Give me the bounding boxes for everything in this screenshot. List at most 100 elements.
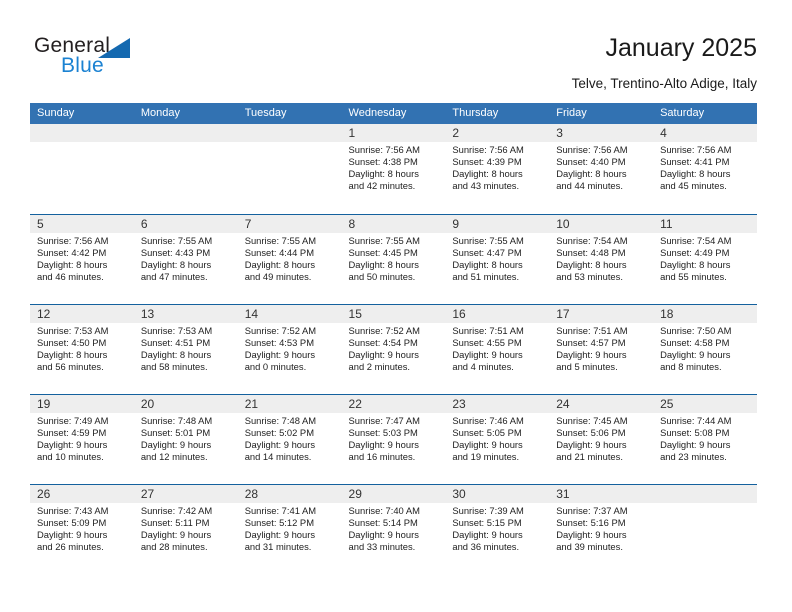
sunset-line: Sunset: 5:14 PM bbox=[348, 516, 418, 528]
sun-info: Sunrise: 7:56 AM Sunset: 4:42 PM Daylight:… bbox=[30, 233, 134, 283]
day-number: 5 bbox=[37, 217, 44, 231]
sunset-line: Sunset: 4:57 PM bbox=[556, 336, 626, 348]
calendar-day-cell[interactable]: 3 Sunrise: 7:56 AM Sunset: 4:40 PM Daylight… bbox=[549, 124, 654, 214]
calendar-day-cell[interactable]: 5 Sunrise: 7:56 AM Sunset: 4:42 PM Daylight… bbox=[30, 215, 134, 304]
day-number-band: 22 bbox=[341, 395, 446, 413]
sun-info: Sunrise: 7:50 AM Sunset: 4:58 PM Daylight:… bbox=[653, 323, 757, 373]
sun-info: Sunrise: 7:53 AM Sunset: 4:51 PM Daylight:… bbox=[134, 323, 238, 373]
daylight-line-cont: and 0 minutes. bbox=[244, 360, 307, 372]
sunrise-line: Sunrise: 7:54 AM bbox=[556, 235, 628, 246]
day-number: 17 bbox=[556, 307, 570, 321]
calendar-day-cell[interactable]: 6 Sunrise: 7:55 AM Sunset: 4:43 PM Daylight… bbox=[133, 215, 238, 304]
sunrise-line: Sunrise: 7:55 AM bbox=[140, 235, 213, 246]
calendar-day-cell[interactable]: 20 Sunrise: 7:48 AM Sunset: 5:01 PM Dayligh… bbox=[133, 395, 238, 484]
calendar-day-cell[interactable]: 23 Sunrise: 7:46 AM Sunset: 5:05 PM Dayligh… bbox=[445, 395, 550, 484]
calendar-day-cell[interactable]: 16 Sunrise: 7:51 AM Sunset: 4:55 PM Dayligh… bbox=[445, 305, 550, 394]
calendar-day-cell[interactable]: 1 Sunrise: 7:56 AM Sunset: 4:38 PM Daylight… bbox=[341, 124, 446, 214]
sunrise-line: Sunrise: 7:55 AM bbox=[244, 235, 317, 246]
calendar-day-cell[interactable]: 11 Sunrise: 7:54 AM Sunset: 4:49 PM Dayligh… bbox=[653, 215, 757, 304]
daylight-line-cont: and 44 minutes. bbox=[556, 179, 623, 191]
sunrise-line: Sunrise: 7:52 AM bbox=[348, 325, 420, 336]
calendar-day-cell[interactable]: 22 Sunrise: 7:47 AM Sunset: 5:03 PM Dayligh… bbox=[341, 395, 446, 484]
calendar-empty-cell bbox=[237, 124, 342, 214]
sunrise-line: Sunrise: 7:53 AM bbox=[37, 325, 109, 336]
daylight-line: Daylight: 8 hours bbox=[660, 258, 731, 270]
day-number-band bbox=[653, 485, 757, 503]
day-number-band: 2 bbox=[445, 124, 550, 142]
sun-info: Sunrise: 7:56 AM Sunset: 4:38 PM Daylight:… bbox=[342, 142, 446, 192]
calendar-empty-cell bbox=[133, 124, 238, 214]
calendar-day-cell[interactable]: 7 Sunrise: 7:55 AM Sunset: 4:44 PM Daylight… bbox=[237, 215, 342, 304]
calendar-day-cell[interactable]: 31 Sunrise: 7:37 AM Sunset: 5:16 PM Dayligh… bbox=[549, 485, 654, 574]
day-number: 14 bbox=[244, 307, 259, 321]
sunset-line: Sunset: 4:40 PM bbox=[556, 155, 626, 167]
sun-info: Sunrise: 7:42 AM Sunset: 5:11 PM Daylight:… bbox=[134, 503, 238, 553]
daylight-line: Daylight: 8 hours bbox=[556, 167, 627, 179]
day-number: 16 bbox=[452, 307, 466, 321]
sun-info: Sunrise: 7:39 AM Sunset: 5:15 PM Daylight:… bbox=[445, 503, 549, 553]
sunrise-line: Sunrise: 7:55 AM bbox=[348, 235, 420, 246]
sunset-line: Sunset: 5:06 PM bbox=[556, 426, 626, 438]
calendar-day-cell[interactable]: 15 Sunrise: 7:52 AM Sunset: 4:54 PM Dayligh… bbox=[341, 305, 446, 394]
day-number-band bbox=[133, 124, 238, 142]
location-subtitle: Telve, Trentino-Alto Adige, Italy bbox=[571, 76, 757, 91]
sunrise-line: Sunrise: 7:39 AM bbox=[452, 505, 524, 516]
weekday-header-friday: Friday bbox=[556, 107, 587, 119]
calendar-day-cell[interactable]: 25 Sunrise: 7:44 AM Sunset: 5:08 PM Dayligh… bbox=[653, 395, 757, 484]
calendar-day-cell[interactable]: 8 Sunrise: 7:55 AM Sunset: 4:45 PM Daylight… bbox=[341, 215, 446, 304]
calendar-day-cell[interactable]: 27 Sunrise: 7:42 AM Sunset: 5:11 PM Dayligh… bbox=[133, 485, 238, 574]
day-number-band: 7 bbox=[237, 215, 342, 233]
calendar-day-cell[interactable]: 14 Sunrise: 7:52 AM Sunset: 4:53 PM Dayligh… bbox=[237, 305, 342, 394]
calendar-day-cell[interactable]: 2 Sunrise: 7:56 AM Sunset: 4:39 PM Daylight… bbox=[445, 124, 550, 214]
day-number-band: 16 bbox=[445, 305, 550, 323]
calendar-day-cell[interactable]: 9 Sunrise: 7:55 AM Sunset: 4:47 PM Daylight… bbox=[445, 215, 550, 304]
calendar-day-cell[interactable]: 29 Sunrise: 7:40 AM Sunset: 5:14 PM Dayligh… bbox=[341, 485, 446, 574]
calendar-day-cell[interactable]: 19 Sunrise: 7:49 AM Sunset: 4:59 PM Dayligh… bbox=[30, 395, 134, 484]
sunset-line: Sunset: 4:44 PM bbox=[244, 246, 314, 258]
sun-info: Sunrise: 7:45 AM Sunset: 5:06 PM Daylight:… bbox=[549, 413, 653, 463]
calendar-day-cell[interactable]: 18 Sunrise: 7:50 AM Sunset: 4:58 PM Dayligh… bbox=[653, 305, 757, 394]
calendar-day-cell[interactable]: 4 Sunrise: 7:56 AM Sunset: 4:41 PM Daylight… bbox=[653, 124, 757, 214]
day-number-band: 28 bbox=[237, 485, 342, 503]
day-number: 22 bbox=[348, 397, 362, 411]
calendar-day-cell[interactable]: 21 Sunrise: 7:48 AM Sunset: 5:02 PM Dayligh… bbox=[237, 395, 342, 484]
day-number: 27 bbox=[140, 487, 155, 501]
day-number-band: 23 bbox=[445, 395, 550, 413]
sunrise-line: Sunrise: 7:48 AM bbox=[140, 415, 213, 426]
calendar-day-cell[interactable]: 24 Sunrise: 7:45 AM Sunset: 5:06 PM Dayligh… bbox=[549, 395, 654, 484]
day-number-band: 9 bbox=[445, 215, 550, 233]
calendar-empty-cell bbox=[653, 485, 757, 574]
day-number: 6 bbox=[140, 217, 148, 231]
general-blue-logo[interactable]: General Blue bbox=[34, 34, 214, 84]
sunrise-line: Sunrise: 7:42 AM bbox=[140, 505, 213, 516]
calendar-day-cell[interactable]: 12 Sunrise: 7:53 AM Sunset: 4:50 PM Dayligh… bbox=[30, 305, 134, 394]
daylight-line: Daylight: 9 hours bbox=[556, 528, 627, 540]
daylight-line-cont: and 23 minutes. bbox=[660, 450, 727, 462]
calendar-day-cell[interactable]: 17 Sunrise: 7:51 AM Sunset: 4:57 PM Dayligh… bbox=[549, 305, 654, 394]
calendar-grid: Sunday Monday Tuesday Wednesday Thursday Frid… bbox=[30, 103, 757, 574]
sunset-line: Sunset: 5:01 PM bbox=[140, 426, 211, 438]
daylight-line-cont: and 16 minutes. bbox=[348, 450, 416, 462]
daylight-line: Daylight: 8 hours bbox=[244, 258, 316, 270]
calendar-day-cell[interactable]: 28 Sunrise: 7:41 AM Sunset: 5:12 PM Dayligh… bbox=[237, 485, 342, 574]
daylight-line: Daylight: 9 hours bbox=[140, 438, 212, 450]
sun-info: Sunrise: 7:40 AM Sunset: 5:14 PM Daylight:… bbox=[342, 503, 446, 553]
calendar-week-row: 5 Sunrise: 7:56 AM Sunset: 4:42 PM Daylight… bbox=[30, 214, 757, 304]
calendar-day-cell[interactable]: 30 Sunrise: 7:39 AM Sunset: 5:15 PM Dayligh… bbox=[445, 485, 550, 574]
day-number-band: 19 bbox=[30, 395, 134, 413]
daylight-line-cont: and 49 minutes. bbox=[244, 270, 312, 282]
sun-info: Sunrise: 7:44 AM Sunset: 5:08 PM Daylight:… bbox=[653, 413, 757, 463]
daylight-line: Daylight: 9 hours bbox=[348, 348, 419, 360]
daylight-line: Daylight: 9 hours bbox=[244, 438, 316, 450]
calendar-day-cell[interactable]: 13 Sunrise: 7:53 AM Sunset: 4:51 PM Dayligh… bbox=[133, 305, 238, 394]
calendar-day-cell[interactable]: 10 Sunrise: 7:54 AM Sunset: 4:48 PM Dayligh… bbox=[549, 215, 654, 304]
daylight-line-cont: and 14 minutes. bbox=[244, 450, 312, 462]
sun-info bbox=[134, 142, 238, 144]
sun-info: Sunrise: 7:51 AM Sunset: 4:55 PM Daylight:… bbox=[445, 323, 549, 373]
sunrise-line: Sunrise: 7:46 AM bbox=[452, 415, 524, 426]
sunset-line: Sunset: 4:55 PM bbox=[452, 336, 522, 348]
sun-info: Sunrise: 7:56 AM Sunset: 4:39 PM Daylight:… bbox=[445, 142, 549, 192]
day-number-band: 1 bbox=[341, 124, 446, 142]
day-number-band: 25 bbox=[653, 395, 757, 413]
calendar-day-cell[interactable]: 26 Sunrise: 7:43 AM Sunset: 5:09 PM Dayligh… bbox=[30, 485, 134, 574]
